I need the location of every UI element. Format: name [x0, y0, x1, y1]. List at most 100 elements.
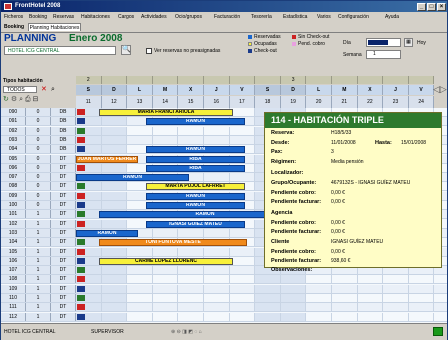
day-cell[interactable] [204, 275, 230, 284]
day-cell[interactable] [204, 247, 230, 256]
day-cell[interactable] [153, 284, 179, 293]
day-cell[interactable] [332, 284, 358, 293]
clear-filter-icon[interactable]: ✕ [41, 86, 47, 93]
menu-booking[interactable]: Booking [29, 12, 47, 22]
day-cell[interactable] [101, 247, 128, 256]
day-cell[interactable] [332, 275, 358, 284]
day-cell[interactable] [230, 126, 256, 135]
day-cell[interactable] [358, 312, 384, 321]
day-cell[interactable] [127, 135, 153, 144]
day-cell[interactable] [101, 135, 128, 144]
day-cell[interactable] [255, 303, 281, 312]
day-cell[interactable] [280, 303, 307, 312]
day-cell[interactable] [230, 247, 256, 256]
day-cell[interactable] [153, 294, 179, 302]
print-icon[interactable]: ⎙ [25, 96, 31, 103]
day-cell[interactable] [409, 284, 435, 293]
day-cell[interactable] [204, 266, 230, 275]
day-cell[interactable] [204, 312, 230, 321]
day-cell[interactable] [101, 145, 128, 154]
day-cell[interactable] [204, 135, 230, 144]
booking-bar[interactable]: RAMON [146, 202, 245, 209]
day-cell[interactable] [230, 108, 256, 116]
booking-bar[interactable]: RIBA [146, 155, 245, 163]
day-cell[interactable] [383, 312, 409, 321]
room-number[interactable]: 106 [1, 256, 26, 265]
room-number[interactable]: 109 [1, 284, 26, 293]
day-cell[interactable] [230, 256, 256, 265]
day-cell[interactable] [127, 284, 153, 293]
room-number[interactable]: 090 [1, 108, 26, 116]
room-type-select[interactable]: TODOS [3, 86, 37, 93]
hoy-button[interactable]: Hoy [417, 39, 426, 47]
menu-cargos[interactable]: Cargos [118, 12, 134, 22]
day-cell[interactable] [101, 266, 128, 275]
booking-bar[interactable]: CARME LOPEZ LLORENC [99, 257, 233, 265]
day-cell[interactable] [255, 312, 281, 321]
calendar-button[interactable]: ▦ [404, 38, 413, 47]
day-cell[interactable] [101, 182, 128, 191]
day-cell[interactable] [153, 303, 179, 312]
day-cell[interactable] [383, 294, 409, 302]
day-date-input[interactable] [366, 38, 401, 47]
day-cell[interactable] [101, 294, 128, 302]
day-cell[interactable] [255, 284, 281, 293]
day-cell[interactable] [230, 284, 256, 293]
day-cell[interactable] [101, 201, 128, 209]
day-cell[interactable] [153, 126, 179, 135]
day-cell[interactable] [409, 303, 435, 312]
day-cell[interactable] [204, 284, 230, 293]
room-number[interactable]: 111 [1, 303, 26, 312]
menu-ocio-grupos[interactable]: Ocio/grupos [175, 12, 202, 22]
day-cell[interactable] [358, 275, 384, 284]
day-cell[interactable] [409, 294, 435, 302]
day-cell[interactable] [230, 312, 256, 321]
day-cell[interactable] [127, 126, 153, 135]
menu-estadistica[interactable]: Estadística [283, 12, 307, 22]
day-cell[interactable] [127, 247, 153, 256]
menu-varios[interactable]: Varios [317, 12, 331, 22]
day-cell[interactable] [204, 303, 230, 312]
day-cell[interactable] [230, 135, 256, 144]
day-cell[interactable] [306, 303, 332, 312]
day-cell[interactable] [306, 312, 332, 321]
day-cell[interactable] [101, 191, 128, 200]
day-cell[interactable] [409, 312, 435, 321]
day-cell[interactable] [153, 135, 179, 144]
booking-bar[interactable]: MARIA FRANCI ARIOLA [99, 109, 233, 116]
room-number[interactable]: 104 [1, 238, 26, 247]
room-number[interactable]: 108 [1, 275, 26, 284]
day-cell[interactable] [280, 312, 307, 321]
room-number[interactable]: 103 [1, 228, 26, 237]
day-cell[interactable] [127, 312, 153, 321]
room-number[interactable]: 112 [1, 312, 26, 321]
day-cell[interactable] [153, 275, 179, 284]
minimize-button[interactable]: _ [417, 3, 426, 11]
day-cell[interactable] [204, 126, 230, 135]
day-cell[interactable] [178, 312, 204, 321]
room-number[interactable]: 110 [1, 294, 26, 302]
day-cell[interactable] [127, 294, 153, 302]
day-cell[interactable] [306, 284, 332, 293]
day-cell[interactable] [178, 135, 204, 144]
room-number[interactable]: 097 [1, 173, 26, 182]
close-button[interactable]: × [437, 3, 446, 11]
day-cell[interactable] [178, 275, 204, 284]
day-cell[interactable] [230, 275, 256, 284]
day-cell[interactable] [153, 228, 179, 237]
day-cell[interactable] [204, 228, 230, 237]
room-number[interactable]: 093 [1, 135, 26, 144]
find-room-icon[interactable]: ⌕ [51, 86, 55, 93]
search-button[interactable]: 🔍 [121, 45, 131, 55]
day-cell[interactable] [230, 173, 256, 182]
maximize-button[interactable]: □ [427, 3, 436, 11]
day-cell[interactable] [101, 219, 128, 228]
hotel-select[interactable]: HOTEL ICG CENTRAL [4, 46, 116, 55]
booking-bar[interactable]: RAMON [146, 118, 245, 126]
room-number[interactable]: 100 [1, 201, 26, 209]
day-cell[interactable] [178, 284, 204, 293]
day-cell[interactable] [178, 266, 204, 275]
booking-bar[interactable]: TONI FONTOVA MESTE [99, 239, 247, 247]
filter-icon[interactable]: ⊟ [33, 96, 39, 103]
day-cell[interactable] [332, 312, 358, 321]
